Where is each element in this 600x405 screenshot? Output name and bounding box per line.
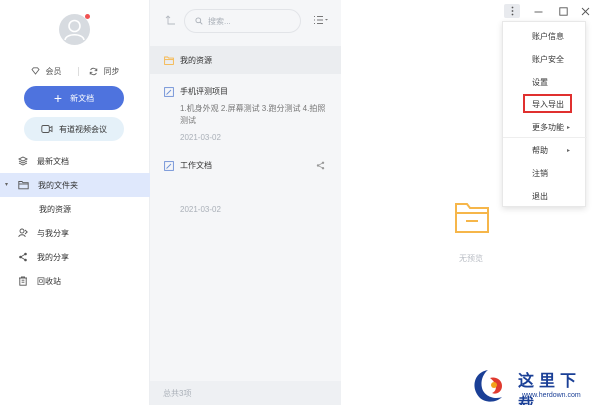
watermark-url: www.herdown.com <box>522 392 581 399</box>
sidebar-item-label: 最新文档 <box>37 156 69 166</box>
watermark-brand: 这里下载 <box>518 371 582 405</box>
highlight-box <box>523 94 572 113</box>
share-icon <box>19 252 27 262</box>
menu-item-help[interactable]: 帮助 ▸ <box>503 140 587 160</box>
sidebar-item-label: 我的文件夹 <box>38 180 78 190</box>
document-date: 2021-03-02 <box>180 205 221 214</box>
folder-icon <box>164 56 174 65</box>
menu-item-account-info[interactable]: 账户信息 <box>503 26 587 46</box>
menu-item-label: 帮助 <box>532 145 548 155</box>
search-icon <box>195 17 203 25</box>
no-preview-text: 无预览 <box>459 254 483 263</box>
empty-folder-icon <box>455 203 489 233</box>
document-title: 工作文档 <box>180 161 212 170</box>
sidebar-item-label: 我的分享 <box>37 252 69 262</box>
menu-item-account-security[interactable]: 账户安全 <box>503 49 587 69</box>
video-meeting-button[interactable]: 有道视频会议 <box>24 117 124 141</box>
list-item-title-row: 手机评测项目 <box>164 86 334 97</box>
menu-item-label: 账户安全 <box>532 54 564 64</box>
search-box[interactable] <box>184 9 301 33</box>
watermark-logo-icon <box>474 370 502 402</box>
sidebar-item-recycle-bin[interactable]: 回收站 <box>0 269 150 293</box>
diamond-icon <box>30 67 40 75</box>
watermark: 这里下载 www.herdown.com <box>466 364 600 405</box>
member-sync-row: 会员 同步 <box>0 64 150 78</box>
menu-divider <box>503 137 587 138</box>
maximize-icon <box>558 6 568 16</box>
menu-item-settings[interactable]: 设置 <box>503 72 587 92</box>
menu-item-label: 更多功能 <box>532 122 564 132</box>
caret-down-icon: ▾ <box>5 182 9 188</box>
document-title: 手机评测项目 <box>180 87 228 96</box>
more-menu-dropdown: 账户信息 账户安全 设置 导入导出 更多功能 ▸ 帮助 ▸ 注销 退出 <box>502 21 587 207</box>
new-document-label: 新文档 <box>70 93 95 103</box>
sidebar-item-my-shares[interactable]: 我的分享 <box>0 245 150 269</box>
document-summary: 1.机身外观 2.屏幕测试 3.跑分测试 4.拍照测试 <box>180 104 326 125</box>
menu-item-label: 设置 <box>532 77 548 87</box>
shared-users-icon <box>18 228 28 238</box>
sync-label: 同步 <box>103 66 120 76</box>
kebab-menu-icon <box>511 6 513 16</box>
new-document-button[interactable]: + 新文档 <box>24 86 124 110</box>
back-up-icon[interactable] <box>165 15 176 26</box>
close-button[interactable] <box>577 4 593 18</box>
notification-dot <box>85 14 90 19</box>
sort-options-icon[interactable] <box>313 15 329 25</box>
layers-icon <box>18 156 28 166</box>
chevron-right-icon: ▸ <box>567 147 571 154</box>
sync-icon <box>89 67 97 75</box>
menu-item-label: 账户信息 <box>532 31 564 41</box>
list-item[interactable]: 工作文档 2021-03-02 <box>164 160 334 214</box>
sync-button[interactable]: 同步 <box>89 66 120 77</box>
chevron-right-icon: ▸ <box>567 124 571 131</box>
document-edit-icon <box>164 86 174 97</box>
sidebar-item-label: 回收站 <box>37 276 61 286</box>
trash-icon <box>19 276 27 286</box>
sidebar: 会员 同步 + 新文档 有道视频会议 最新文档 ▾ 我的文件夹 我的资源 与我分… <box>0 0 150 405</box>
list-item-title-row: 工作文档 <box>164 160 334 171</box>
member-label: 会员 <box>45 66 62 76</box>
sidebar-item-shared-with-me[interactable]: 与我分享 <box>0 221 150 245</box>
menu-item-logout[interactable]: 注销 <box>503 163 587 183</box>
folder-icon <box>18 181 29 190</box>
share-icon[interactable] <box>316 161 325 170</box>
menu-item-exit[interactable]: 退出 <box>503 186 587 206</box>
member-button[interactable]: 会员 <box>30 66 62 77</box>
menu-item-label: 退出 <box>532 191 548 201</box>
divider <box>77 66 79 76</box>
current-folder-label: 我的资源 <box>180 55 212 65</box>
menu-item-more-features[interactable]: 更多功能 ▸ <box>503 117 587 137</box>
sidebar-nav: 最新文档 ▾ 我的文件夹 我的资源 与我分享 我的分享 回收站 <box>0 149 150 293</box>
document-list-pane: 我的资源 手机评测项目 1.机身外观 2.屏幕测试 3.跑分测试 4.拍照测试 … <box>150 0 341 405</box>
video-camera-icon <box>41 125 53 133</box>
item-count: 总共3项 <box>150 381 341 405</box>
list-toolbar <box>150 0 341 44</box>
search-input[interactable] <box>208 16 288 26</box>
document-date: 2021-03-02 <box>180 133 221 142</box>
video-meeting-label: 有道视频会议 <box>59 124 107 134</box>
close-icon <box>581 7 589 15</box>
sidebar-item-label: 我的资源 <box>39 204 71 214</box>
plus-icon: + <box>53 90 63 106</box>
list-item[interactable]: 手机评测项目 1.机身外观 2.屏幕测试 3.跑分测试 4.拍照测试 2021-… <box>164 86 334 142</box>
minimize-button[interactable] <box>530 4 546 18</box>
sidebar-item-label: 与我分享 <box>37 228 69 238</box>
maximize-button[interactable] <box>555 4 571 18</box>
sidebar-item-recent[interactable]: 最新文档 <box>0 149 150 173</box>
menu-item-label: 注销 <box>532 168 548 178</box>
sidebar-item-my-resources[interactable]: 我的资源 <box>0 197 150 221</box>
sidebar-item-my-folder[interactable]: ▾ 我的文件夹 <box>0 173 150 197</box>
minimize-icon <box>534 11 542 12</box>
current-folder-header[interactable]: 我的资源 <box>150 46 341 74</box>
document-edit-icon <box>164 160 174 171</box>
more-menu-button[interactable] <box>504 4 520 18</box>
